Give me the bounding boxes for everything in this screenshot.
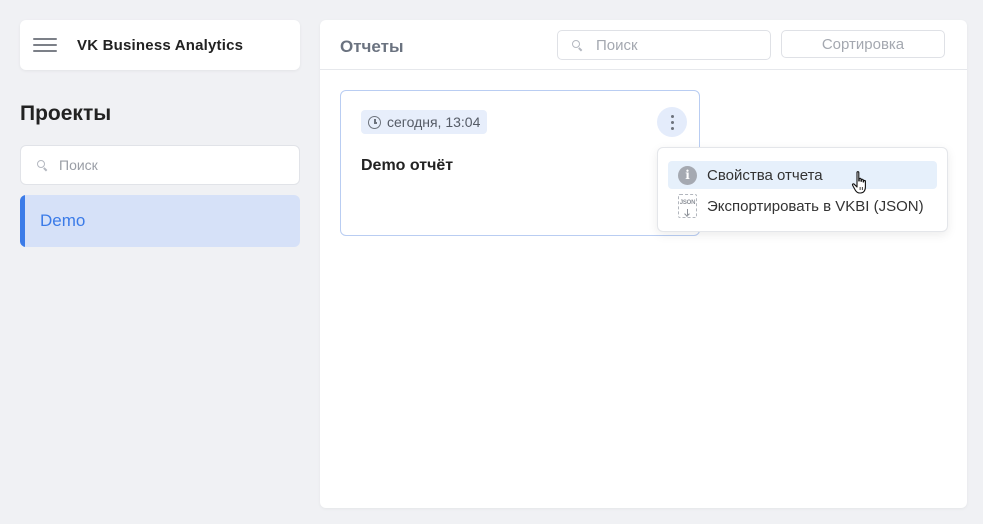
report-name: Demo отчёт	[361, 157, 454, 174]
hamburger-menu-icon[interactable]	[33, 37, 57, 53]
menu-item-report-properties[interactable]: i Свойства отчета	[668, 161, 937, 189]
page-title: Отчеты	[340, 37, 404, 56]
kebab-dot-icon	[670, 120, 674, 124]
sort-button[interactable]: Сортировка	[781, 30, 945, 58]
app-title: VK Business Analytics	[77, 36, 244, 54]
clock-icon	[368, 115, 381, 129]
more-options-button[interactable]	[657, 107, 687, 137]
json-export-icon: JSON	[678, 194, 697, 218]
reports-panel: Отчеты Поиск Сортировка сегодня, 13:04 D…	[320, 20, 967, 508]
selection-accent	[20, 195, 25, 247]
brand-bar: VK Business Analytics	[20, 20, 300, 70]
date-badge: сегодня, 13:04	[361, 110, 488, 134]
menu-item-label: Свойства отчета	[707, 166, 823, 184]
menu-item-label: Экспортировать в VKBI (JSON)	[707, 197, 924, 215]
search-icon	[572, 40, 582, 50]
info-icon: i	[678, 165, 697, 185]
report-context-menu: i Свойства отчета JSON Экспортировать в …	[657, 147, 948, 232]
report-card[interactable]: сегодня, 13:04 Demo отчёт	[340, 90, 700, 236]
sidebar-item-demo[interactable]: Demo	[20, 195, 300, 247]
projects-heading: Проекты	[20, 102, 112, 125]
reports-header: Отчеты Поиск Сортировка	[320, 20, 967, 70]
hand-cursor-icon	[851, 171, 866, 194]
search-placeholder: Поиск	[596, 36, 638, 54]
search-placeholder: Поиск	[59, 157, 98, 173]
menu-item-export-json[interactable]: JSON Экспортировать в VKBI (JSON)	[668, 192, 937, 220]
search-icon	[37, 160, 47, 170]
kebab-dot-icon	[670, 114, 674, 118]
sidebar-item-label: Demo	[40, 211, 86, 230]
kebab-dot-icon	[670, 126, 674, 130]
reports-search-input[interactable]: Поиск	[557, 30, 771, 60]
report-date: сегодня, 13:04	[387, 114, 481, 130]
projects-search-input[interactable]: Поиск	[20, 145, 300, 185]
